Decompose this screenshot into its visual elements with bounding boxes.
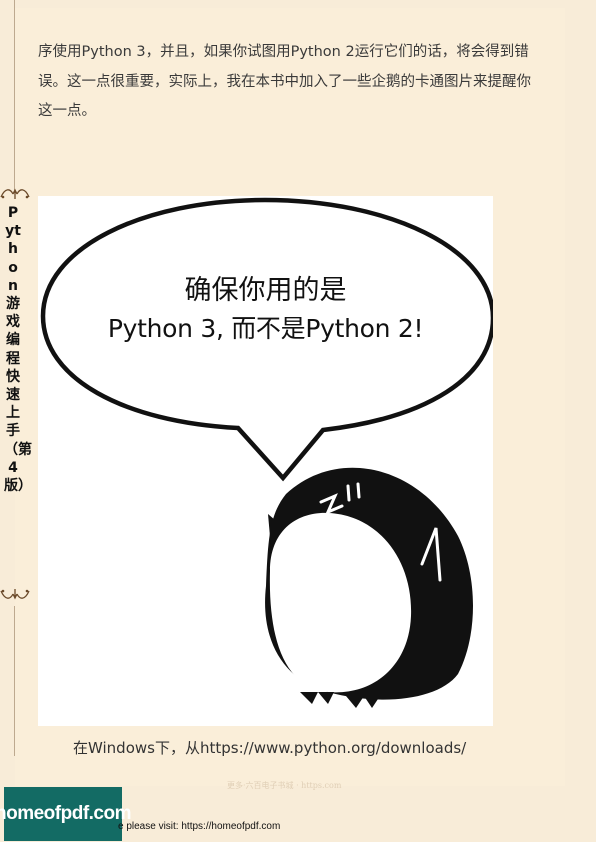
penguin-foot-left bbox=[300, 692, 334, 704]
ornament-flourish-icon bbox=[0, 589, 30, 600]
book-title-vertical: Python游戏编程快速上手（第4版） bbox=[4, 205, 32, 495]
body-caption-line: 在Windows下，从https://www.python.org/downlo… bbox=[73, 739, 467, 757]
ornament-flourish-icon bbox=[0, 188, 30, 199]
penguin-figure: 确保你用的是 Python 3, 而不是Python 2! bbox=[38, 196, 493, 726]
site-logo-text: homeofpdf.com bbox=[0, 803, 132, 824]
site-logo[interactable]: homeofpdf.com bbox=[0, 787, 132, 841]
body-paragraph: 序使用Python 3，并且，如果你试图用Python 2运行它们的话，将会得到… bbox=[38, 44, 531, 119]
bubble-text-line2: Python 3, 而不是Python 2! bbox=[107, 314, 424, 343]
bubble-text-line1: 确保你用的是 bbox=[184, 275, 347, 306]
footer-note: e please visit: https://homeofpdf.com bbox=[118, 821, 281, 832]
side-rule-top bbox=[14, 0, 15, 190]
watermark-text: 更多·六百电子书城 · https.com bbox=[227, 781, 342, 790]
side-rule-bottom bbox=[14, 606, 15, 756]
